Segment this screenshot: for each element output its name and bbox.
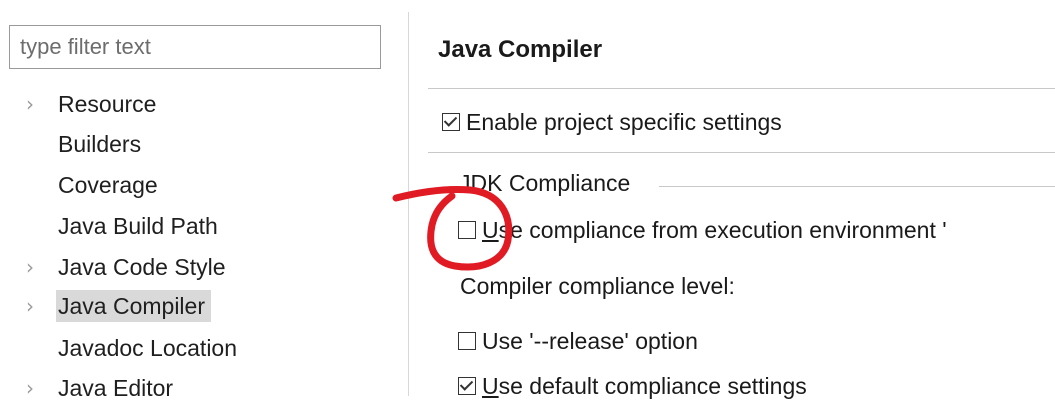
preferences-sidebar: › Resource Builders Coverage Java Build …: [0, 0, 408, 401]
compliance-level-label: Compiler compliance level:: [460, 273, 735, 299]
use-ee-compliance-label: Use compliance from execution environmen…: [482, 216, 947, 243]
use-release-row[interactable]: Use '--release' option: [458, 325, 698, 357]
use-ee-compliance-row[interactable]: Use compliance from execution environmen…: [458, 214, 947, 246]
use-release-label: Use '--release' option: [482, 327, 698, 354]
chevron-right-icon[interactable]: ›: [22, 251, 38, 283]
sidebar-item-java-compiler[interactable]: Java Compiler: [56, 290, 211, 322]
sidebar-item-resource[interactable]: Resource: [58, 88, 156, 120]
use-default-compliance-row[interactable]: Use default compliance settings: [458, 370, 807, 402]
title-separator: [428, 88, 1055, 89]
chevron-right-icon[interactable]: ›: [22, 372, 38, 404]
sidebar-item-java-code-style[interactable]: Java Code Style: [58, 251, 225, 283]
use-default-compliance-label: Use default compliance settings: [482, 372, 807, 399]
settings-panel: Java Compiler Enable project specific se…: [409, 0, 1055, 399]
chevron-right-icon[interactable]: ›: [22, 290, 38, 322]
sidebar-item-builders[interactable]: Builders: [58, 128, 141, 160]
filter-input[interactable]: [9, 25, 381, 69]
sidebar-item-java-build-path[interactable]: Java Build Path: [58, 210, 218, 242]
sidebar-item-java-editor[interactable]: Java Editor: [58, 372, 173, 404]
group-border: [659, 186, 1055, 187]
use-ee-compliance-checkbox[interactable]: [458, 221, 476, 239]
section-separator: [428, 152, 1055, 153]
page-title: Java Compiler: [438, 36, 603, 63]
enable-project-specific-label: Enable project specific settings: [466, 108, 782, 135]
sidebar-item-javadoc-location[interactable]: Javadoc Location: [58, 332, 237, 364]
enable-project-specific-row[interactable]: Enable project specific settings: [442, 106, 782, 138]
chevron-right-icon[interactable]: ›: [22, 88, 38, 120]
use-release-checkbox[interactable]: [458, 332, 476, 350]
sidebar-item-coverage[interactable]: Coverage: [58, 169, 158, 201]
use-default-compliance-checkbox[interactable]: [458, 377, 476, 395]
enable-project-specific-checkbox[interactable]: [442, 113, 460, 131]
jdk-compliance-group-label: JDK Compliance: [455, 170, 635, 197]
